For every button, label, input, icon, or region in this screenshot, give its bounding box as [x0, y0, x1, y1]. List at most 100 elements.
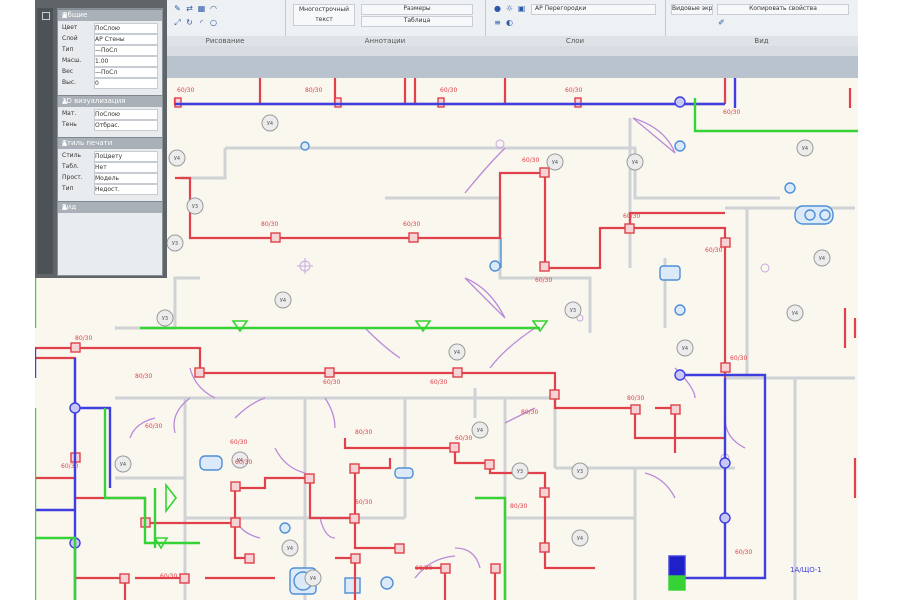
property-value[interactable]: ПоЦвету	[94, 151, 158, 162]
fixture-tag-label: У3	[192, 204, 198, 210]
circuit-label: 60/30	[355, 499, 372, 506]
circuit-label: 60/30	[730, 355, 747, 362]
property-label: Тип	[62, 185, 74, 192]
property-value[interactable]: —ПоСл	[94, 67, 158, 78]
collapse-icon[interactable]: ▲	[62, 96, 158, 107]
fixture-tag-label: У4	[280, 298, 286, 304]
ribbon-group-label: Вид	[665, 36, 858, 46]
collapse-icon[interactable]: ▲	[62, 10, 158, 21]
property-value[interactable]: ПоСлою	[94, 23, 158, 34]
property-value[interactable]: Нет	[94, 162, 158, 173]
circuit-label: 60/30	[430, 379, 447, 386]
brush-icon[interactable]: ✎	[173, 4, 182, 13]
properties-section-header[interactable]: Общие ▲	[58, 9, 162, 21]
property-label: Стиль	[62, 152, 81, 159]
fixture-tag-label: У4	[802, 146, 808, 152]
properties-section-header[interactable]: Стиль печати ▲	[58, 137, 162, 149]
circuit-label: 60/30	[565, 87, 582, 94]
circuit-label: 80/30	[75, 335, 92, 342]
property-label: Мат.	[62, 110, 77, 117]
ribbon-group-layers: ● ☼ ▣ АР Перегородки ≡ ◐ Слои	[485, 0, 666, 46]
layer-dropdown[interactable]: АР Перегородки	[531, 4, 656, 15]
circuit-label: 80/30	[355, 429, 372, 436]
property-label: Цвет	[62, 24, 78, 31]
fixture-tag-label: У3	[577, 469, 583, 475]
fillet-icon[interactable]: ◜	[197, 18, 206, 27]
property-row: Выс. 0	[62, 78, 158, 89]
fixture-tag-label: У3	[162, 316, 168, 322]
property-value[interactable]: ПоСлою	[94, 109, 158, 120]
property-label: Слой	[62, 35, 78, 42]
circuit-label: 60/30	[61, 463, 78, 470]
dimensions-button[interactable]: Размеры	[361, 4, 473, 15]
layer-isolate-icon[interactable]: ◐	[505, 18, 514, 27]
lock-icon[interactable]: ▣	[517, 4, 526, 13]
table-button[interactable]: Таблица	[361, 16, 473, 27]
circuit-label: 80/30	[135, 373, 152, 380]
circuit-label: 60/30	[230, 439, 247, 446]
ribbon-group-label: Аннотации	[285, 36, 485, 46]
fixture-tag-label: У4	[552, 160, 558, 166]
bulb-icon[interactable]: ●	[493, 4, 502, 13]
property-value[interactable]: Недост.	[94, 184, 158, 195]
circuit-label: 60/30	[535, 277, 552, 284]
circuit-label: 60/30	[160, 573, 177, 580]
plan-annotation-text: 1А/ЩО-1	[790, 566, 822, 574]
viewports-button[interactable]: Видовые экраны	[671, 4, 713, 15]
property-row: Масш. 1.00	[62, 56, 158, 67]
scale-icon[interactable]: ⤢	[173, 18, 182, 27]
close-icon[interactable]	[42, 12, 50, 20]
circuit-label: 60/30	[522, 157, 539, 164]
property-value[interactable]: 0	[94, 78, 158, 89]
fixture-tag-label: У3	[570, 308, 576, 314]
multiline-text-button[interactable]: Многострочный текст	[293, 4, 355, 26]
property-label: Прост.	[62, 174, 83, 181]
properties-body: Общие ▲ Цвет ПоСлою Слой АР Стены Тип —ПоСл Масш…	[57, 8, 163, 276]
fixture-tag-label: У4	[287, 546, 293, 552]
rotate-icon[interactable]: ↻	[185, 18, 194, 27]
circuit-label: 60/30	[705, 247, 722, 254]
property-value[interactable]: —ПоСл	[94, 45, 158, 56]
match-properties-button[interactable]: Копировать свойства	[717, 4, 849, 15]
circuit-label: 80/30	[305, 87, 322, 94]
property-value[interactable]: АР Стены	[94, 34, 158, 45]
layer-state-icon[interactable]: ≡	[493, 18, 502, 27]
property-label: Масш.	[62, 57, 82, 64]
ribbon-group-label: Рисование	[165, 36, 285, 46]
fixture-tag-label: У4	[120, 462, 126, 468]
property-value[interactable]: Отбрас.	[94, 120, 158, 131]
property-row: Прост. Модель	[62, 173, 158, 184]
fixture-tag-label: У4	[819, 256, 825, 262]
palette-title-strip[interactable]	[37, 8, 53, 274]
fixture-tag-label: У3	[517, 469, 523, 475]
property-row: Вес —ПоСл	[62, 67, 158, 78]
circuit-label: 60/30	[177, 87, 194, 94]
property-value[interactable]: 1.00	[94, 56, 158, 67]
fixture-tag-label: У4	[792, 311, 798, 317]
ribbon-group-draw: ✎ ⇄ ▦ ◠ ⤢ ↻ ◜ ○ Рисование	[165, 0, 286, 46]
arc-icon[interactable]: ◠	[209, 4, 218, 13]
fixture-tag-label: У4	[267, 121, 273, 127]
fixture-tag-label: У4	[632, 160, 638, 166]
circuit-label: 60/30	[235, 459, 252, 466]
fixture-tag-label: У4	[454, 350, 460, 356]
circuit-label: 60/30	[145, 423, 162, 430]
properties-section-header[interactable]: 3D визуализация ▲	[58, 95, 162, 107]
fixture-tag-label: У4	[310, 576, 316, 582]
circuit-label: 60/30	[723, 109, 740, 116]
sun-icon[interactable]: ☼	[505, 4, 514, 13]
fixture-tag-label: У3	[172, 241, 178, 247]
property-row: Цвет ПоСлою	[62, 23, 158, 34]
collapse-icon[interactable]: ▲	[62, 138, 158, 149]
mirror-icon[interactable]: ⇄	[185, 4, 194, 13]
properties-section-header[interactable]: Вид ▲	[58, 201, 162, 213]
collapse-icon[interactable]: ▲	[62, 202, 158, 213]
circle-icon[interactable]: ○	[209, 18, 218, 27]
property-value[interactable]: Модель	[94, 173, 158, 184]
circuit-label: 60/30	[623, 213, 640, 220]
array-icon[interactable]: ▦	[197, 4, 206, 13]
ribbon-group-label: Слои	[485, 36, 665, 46]
paintbrush-icon[interactable]: ✐	[717, 18, 726, 27]
circuit-label: 80/30	[261, 221, 278, 228]
ribbon-group-annotation: Многострочный текст Размеры Таблица Анно…	[285, 0, 486, 46]
